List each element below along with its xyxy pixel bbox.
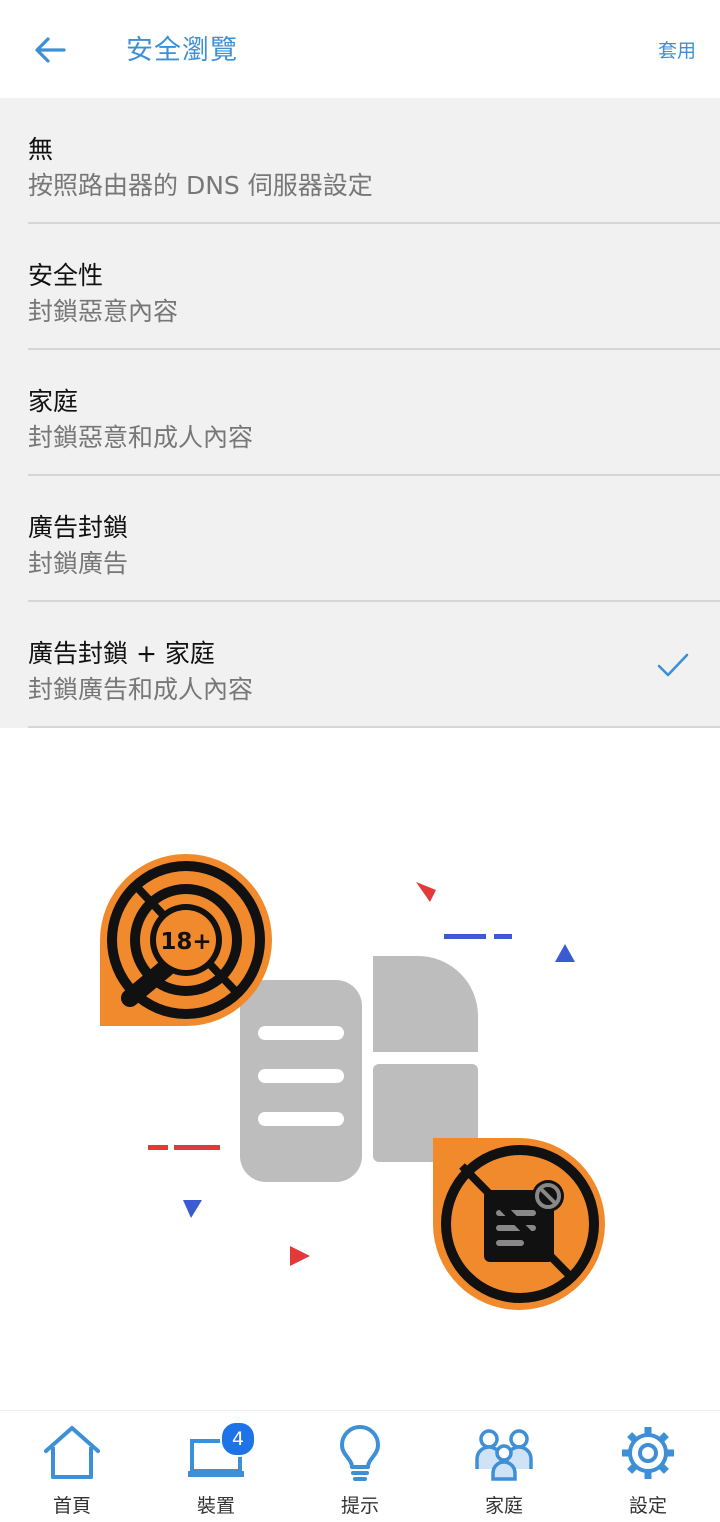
nav-label: 家庭: [484, 1495, 523, 1517]
ad-block-icon: [433, 1138, 605, 1310]
nav-family[interactable]: 家庭: [432, 1411, 576, 1522]
option-title: 廣告封鎖 + 家庭: [28, 639, 215, 668]
option-subtitle: 封鎖廣告: [28, 549, 129, 578]
apply-button[interactable]: 套用: [658, 36, 696, 63]
device-count-badge: 4: [220, 1421, 256, 1457]
option-ad-block[interactable]: 廣告封鎖 封鎖廣告: [0, 476, 720, 602]
nav-label: 首頁: [52, 1495, 91, 1517]
option-ad-block-family[interactable]: 廣告封鎖 + 家庭 封鎖廣告和成人內容: [0, 602, 720, 728]
option-title: 無: [28, 135, 54, 164]
option-subtitle: 封鎖廣告和成人內容: [28, 675, 254, 704]
nav-label: 裝置: [196, 1495, 235, 1517]
option-security[interactable]: 安全性 封鎖惡意內容: [0, 224, 720, 350]
family-icon: [475, 1429, 533, 1481]
option-title: 廣告封鎖: [28, 513, 129, 542]
option-subtitle: 按照路由器的 DNS 伺服器設定: [28, 171, 373, 200]
nav-label: 提示: [340, 1495, 379, 1517]
arrow-left-icon[interactable]: [30, 30, 70, 70]
divider: [28, 726, 720, 728]
page-title: 安全瀏覽: [126, 35, 238, 66]
nav-label: 設定: [628, 1495, 667, 1517]
checkmark-icon: [657, 653, 689, 677]
option-subtitle: 封鎖惡意內容: [28, 297, 179, 326]
nav-devices[interactable]: 4 裝置: [144, 1411, 288, 1522]
nav-home[interactable]: 首頁: [0, 1411, 144, 1522]
lightbulb-icon: [340, 1425, 380, 1481]
filter-option-list: 無 按照路由器的 DNS 伺服器設定 安全性 封鎖惡意內容 家庭 封鎖惡意和成人…: [0, 98, 720, 728]
gear-icon: [622, 1427, 674, 1479]
safe-browsing-illustration: 18+: [100, 854, 605, 1310]
option-title: 安全性: [28, 261, 104, 290]
bottom-navigation: 首頁 4 裝置 提示 家庭 設定: [0, 1410, 720, 1522]
header: 安全瀏覽 套用: [0, 0, 720, 98]
nav-settings[interactable]: 設定: [576, 1411, 720, 1522]
home-icon: [44, 1426, 100, 1479]
adult-content-block-icon: 18+: [100, 854, 272, 1026]
option-family[interactable]: 家庭 封鎖惡意和成人內容: [0, 350, 720, 476]
nav-tips[interactable]: 提示: [288, 1411, 432, 1522]
option-subtitle: 封鎖惡意和成人內容: [28, 423, 254, 452]
option-title: 家庭: [28, 387, 79, 416]
option-none[interactable]: 無 按照路由器的 DNS 伺服器設定: [0, 98, 720, 224]
adult-rating-label: 18+: [160, 929, 211, 955]
